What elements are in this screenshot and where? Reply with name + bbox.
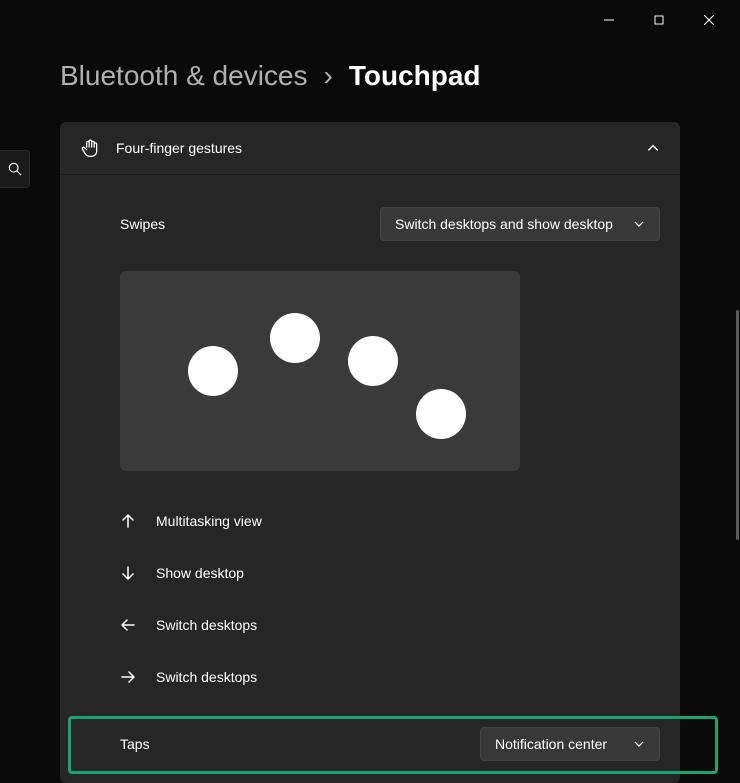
swipes-label: Swipes [120, 216, 165, 232]
swipe-right-item: Switch desktops [120, 651, 660, 703]
maximize-button[interactable] [636, 4, 682, 36]
panel-header[interactable]: Four-finger gestures [60, 122, 680, 175]
swipe-up-label: Multitasking view [156, 513, 262, 529]
hand-icon [80, 138, 100, 158]
swipes-value: Switch desktops and show desktop [395, 216, 613, 232]
arrow-right-icon [120, 669, 136, 685]
window-titlebar [0, 0, 740, 40]
taps-label: Taps [120, 736, 150, 752]
breadcrumb: Bluetooth & devices › Touchpad [0, 40, 740, 122]
swipe-up-item: Multitasking view [120, 495, 660, 547]
swipe-right-label: Switch desktops [156, 669, 257, 685]
chevron-down-icon [633, 218, 645, 230]
close-button[interactable] [686, 4, 732, 36]
swipe-down-item: Show desktop [120, 547, 660, 599]
arrow-up-icon [120, 513, 136, 529]
arrow-down-icon [120, 565, 136, 581]
swipe-left-label: Switch desktops [156, 617, 257, 633]
search-button[interactable] [0, 150, 30, 188]
breadcrumb-current: Touchpad [349, 60, 481, 92]
finger-dot [416, 389, 466, 439]
search-icon [8, 162, 22, 176]
swipes-dropdown[interactable]: Switch desktops and show desktop [380, 207, 660, 241]
gesture-preview [120, 271, 520, 471]
breadcrumb-parent[interactable]: Bluetooth & devices [60, 60, 308, 92]
chevron-down-icon [633, 738, 645, 750]
swipe-down-label: Show desktop [156, 565, 244, 581]
panel-title: Four-finger gestures [116, 140, 630, 156]
finger-dot [270, 313, 320, 363]
breadcrumb-separator: › [324, 60, 333, 92]
arrow-left-icon [120, 617, 136, 633]
taps-dropdown[interactable]: Notification center [480, 727, 660, 761]
panel-body: Swipes Switch desktops and show desktop [60, 175, 680, 783]
finger-dot [348, 336, 398, 386]
taps-row: Taps Notification center [120, 703, 660, 773]
taps-value: Notification center [495, 736, 607, 752]
chevron-up-icon [646, 141, 660, 155]
swipe-left-item: Switch desktops [120, 599, 660, 651]
finger-dot [188, 346, 238, 396]
scrollbar[interactable] [736, 310, 739, 540]
minimize-button[interactable] [586, 4, 632, 36]
four-finger-gestures-panel: Four-finger gestures Swipes Switch deskt… [60, 122, 680, 783]
swipes-row: Swipes Switch desktops and show desktop [120, 195, 660, 253]
